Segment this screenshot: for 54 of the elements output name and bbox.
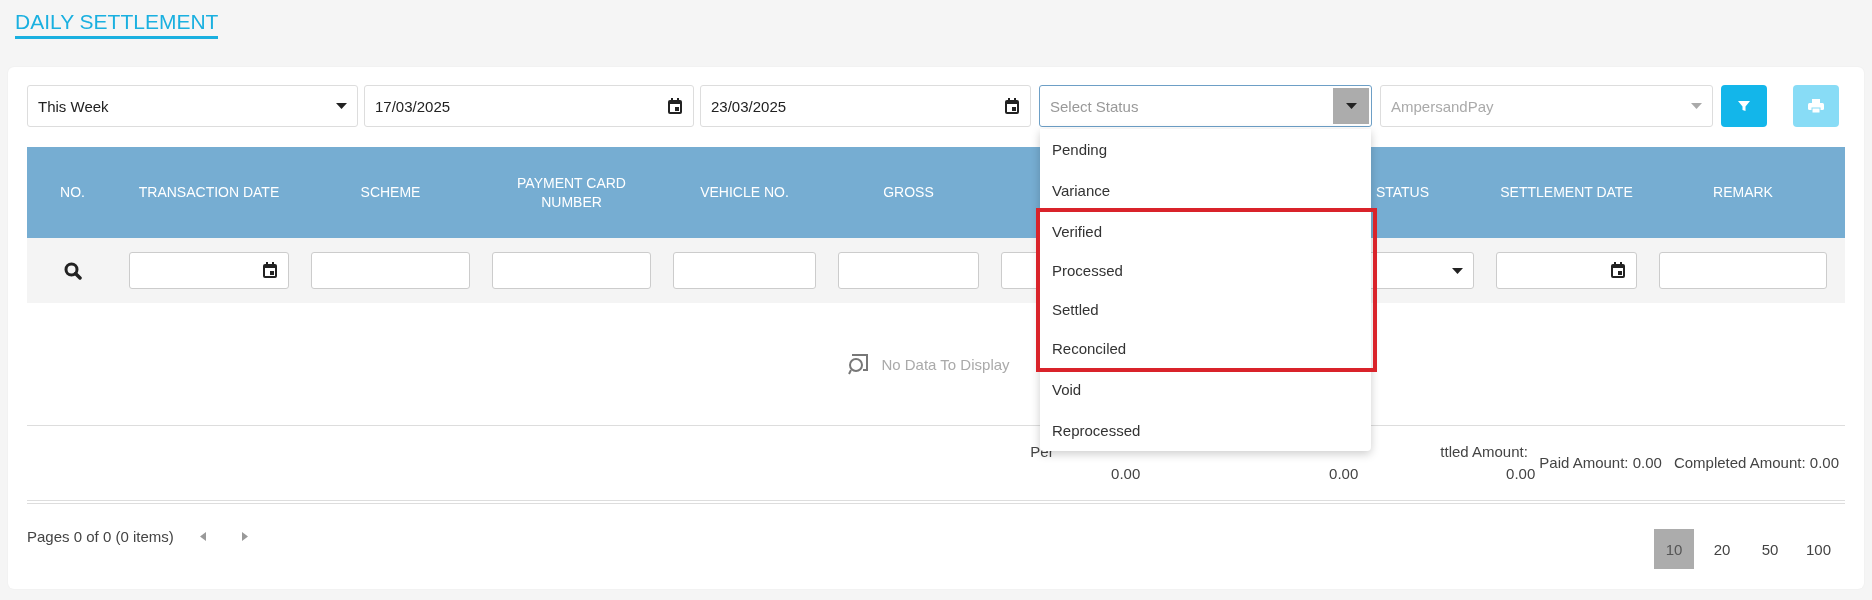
column-header: SETTLEMENT DATE: [1500, 183, 1633, 202]
caret-icon: [1345, 103, 1357, 109]
column-header: REMARK: [1713, 183, 1773, 202]
column-header: TRANSACTION DATE: [138, 183, 280, 202]
column-header: NO.: [60, 183, 85, 202]
column-header: STATUS: [1375, 183, 1430, 202]
filter-icon: [1737, 99, 1751, 113]
next-page-icon[interactable]: [241, 531, 248, 541]
start-date-field[interactable]: 17/03/2025: [364, 85, 694, 127]
dropdown-option[interactable]: Reprocessed: [1040, 410, 1371, 451]
dropdown-option[interactable]: Void: [1040, 369, 1371, 410]
summary-value: 0.00: [1329, 464, 1359, 484]
date-filter-field[interactable]: [129, 252, 289, 289]
page-size-button[interactable]: 20: [1701, 529, 1742, 569]
printer-icon: [1808, 99, 1824, 113]
column-header: VEHICLE NO.: [700, 183, 789, 202]
calendar-icon[interactable]: [262, 262, 278, 279]
previous-page-icon[interactable]: [199, 531, 206, 541]
filter-field[interactable]: [311, 252, 470, 289]
summary-label: ttled Amount:: [1440, 442, 1528, 462]
page-size-button[interactable]: 100: [1797, 529, 1839, 569]
empty-message: No Data To Display: [881, 355, 1010, 373]
dropdown-option[interactable]: Variance: [1040, 170, 1371, 211]
caret-icon: [1452, 267, 1463, 274]
page-title: DAILY SETTLEMENT: [15, 10, 219, 39]
dropdown-option[interactable]: Settled: [1044, 290, 1373, 329]
filter-field[interactable]: [838, 252, 979, 289]
dropdown-option[interactable]: Processed: [1044, 251, 1373, 290]
dropdown-toggle[interactable]: [1333, 88, 1369, 124]
calendar-icon[interactable]: [1004, 97, 1020, 115]
summary-amount: Completed Amount: 0.00: [1673, 453, 1839, 473]
pager-info: Pages 0 of 0 (0 items): [27, 527, 174, 545]
no-data-icon: [847, 353, 870, 375]
summary-value: 0.00: [1111, 464, 1141, 484]
calendar-icon[interactable]: [667, 97, 683, 115]
dropdown-option[interactable]: Verified: [1044, 212, 1373, 251]
column-header: GROSS: [883, 183, 934, 202]
page-size-button[interactable]: 50: [1749, 529, 1790, 569]
dropdown-option[interactable]: Pending: [1040, 129, 1371, 170]
period-select[interactable]: This Week: [27, 85, 358, 127]
filter-field[interactable]: [1659, 252, 1827, 289]
end-date-field[interactable]: 23/03/2025: [700, 85, 1031, 127]
dropdown-option[interactable]: Reconciled: [1044, 329, 1373, 368]
column-header: SCHEME: [360, 183, 421, 202]
caret-icon: [1691, 103, 1702, 109]
filter-field[interactable]: [673, 252, 816, 289]
calendar-icon[interactable]: [1610, 262, 1626, 279]
filter-field[interactable]: [492, 252, 651, 289]
caret-icon: [336, 103, 347, 109]
summary-value: 0.00: [1506, 464, 1536, 484]
date-filter-field[interactable]: [1496, 252, 1637, 289]
search-icon[interactable]: [63, 261, 82, 280]
column-header: PAYMENT CARD NUMBER: [516, 173, 627, 212]
summary-amount: Paid Amount: 0.00: [1539, 453, 1662, 473]
